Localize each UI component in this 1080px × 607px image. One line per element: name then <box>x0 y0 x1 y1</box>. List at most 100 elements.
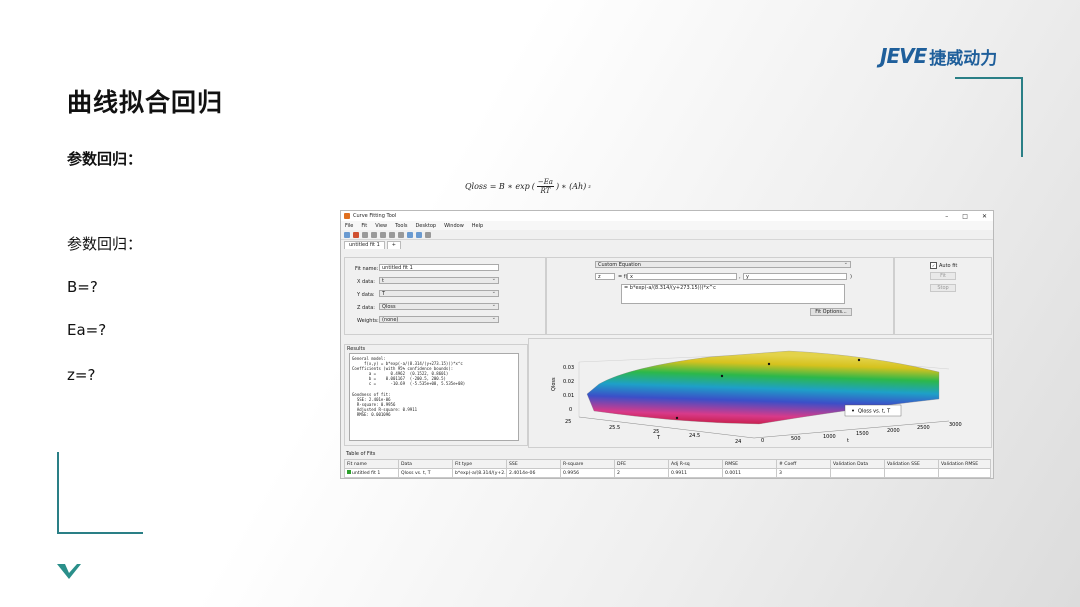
tab-row: untitled fit 1 + <box>341 240 993 249</box>
menu-tools[interactable]: Tools <box>395 223 407 229</box>
weights-select[interactable]: (none) <box>379 315 499 323</box>
table-header[interactable]: Validation RMSE <box>938 459 991 469</box>
table-cell <box>884 468 939 478</box>
surface-plot: Qloss vs. t, T 0.03 0.02 0.01 0 Qloss 25… <box>551 350 962 445</box>
equation-output-var[interactable]: z <box>595 273 615 280</box>
z-tick: 0.01 <box>563 393 574 399</box>
menu-file[interactable]: File <box>345 223 353 229</box>
equation-input[interactable]: = b*exp(-a/(8.314/(y+273.15)))*x^c <box>621 284 845 304</box>
checkbox-checked-icon: ✓ <box>930 262 937 269</box>
minimize-icon[interactable]: – <box>945 213 948 220</box>
pan-icon[interactable] <box>380 231 386 238</box>
table-header[interactable]: SSE <box>506 459 561 469</box>
auto-fit-checkbox[interactable]: ✓ Auto fit <box>930 262 957 269</box>
formula-fraction: −Ea RT <box>536 178 554 195</box>
menu-bar: File Fit View Tools Desktop Window Help <box>341 221 993 230</box>
legend-icon[interactable] <box>407 231 413 238</box>
auto-fit-label: Auto fit <box>939 262 958 269</box>
data-selection-panel: Fit name: untitled fit 1 X data: t Y dat… <box>344 257 546 335</box>
param-ea: Ea=? <box>67 321 107 339</box>
axes-icon[interactable] <box>425 231 431 238</box>
tab-untitled-fit-1[interactable]: untitled fit 1 <box>344 241 385 249</box>
add-tab-button[interactable]: + <box>386 241 401 249</box>
menu-view[interactable]: View <box>375 223 387 229</box>
stop-button[interactable]: Stop <box>930 284 956 292</box>
equation-x-var[interactable]: x <box>627 273 737 280</box>
table-header[interactable]: Fit type <box>452 459 507 469</box>
matlab-icon <box>344 213 350 219</box>
table-header[interactable]: Data <box>398 459 453 469</box>
maximize-icon[interactable]: □ <box>962 213 968 220</box>
frame-line-top <box>955 77 1023 79</box>
fit-type-select[interactable]: Custom Equation <box>595 260 851 268</box>
table-cell: b*exp(-a/(8.314/(y+2... <box>452 468 507 478</box>
t-axis-tick: 24 <box>735 439 741 445</box>
y-data-select[interactable]: T <box>379 289 499 297</box>
z-tick: 0 <box>569 407 572 413</box>
menu-desktop[interactable]: Desktop <box>415 223 436 229</box>
t-axis-tick: 25.5 <box>609 425 620 431</box>
x-data-label: X data: <box>357 279 375 285</box>
equation-comma: , <box>739 274 741 280</box>
formula-paren-open: ( <box>531 182 535 191</box>
param-b: B=? <box>67 278 98 296</box>
plot-icon[interactable] <box>353 231 359 238</box>
zoom-out-icon[interactable] <box>371 231 377 238</box>
window-titlebar: Curve Fitting Tool – □ ✕ <box>341 211 993 221</box>
fit-button[interactable]: Fit <box>930 272 956 280</box>
table-header[interactable]: R-square <box>560 459 615 469</box>
weights-label: Weights: <box>357 318 379 324</box>
t-axis-tick: 24.5 <box>689 433 700 439</box>
z-data-select[interactable]: Qloss <box>379 302 499 310</box>
time-axis-label: t <box>847 438 849 444</box>
table-header[interactable]: Validation SSE <box>884 459 939 469</box>
new-fit-icon[interactable] <box>344 231 350 238</box>
data-cursor-icon[interactable] <box>398 231 404 238</box>
table-header[interactable]: # Coeff <box>776 459 831 469</box>
legend-marker <box>852 409 854 412</box>
fit-controls-panel: ✓ Auto fit Fit Stop <box>894 257 992 335</box>
fit-name-label: Fit name: <box>355 266 379 272</box>
formula-denominator: RT <box>540 187 551 195</box>
menu-fit[interactable]: Fit <box>361 223 367 229</box>
logo-latin: JEVE <box>880 44 927 68</box>
curve-fitting-window: Curve Fitting Tool – □ ✕ File Fit View T… <box>340 210 994 479</box>
legend-label: Qloss vs. t, T <box>858 409 891 415</box>
table-header[interactable]: RMSE <box>722 459 777 469</box>
frame-line-left <box>57 452 59 534</box>
equation-y-var[interactable]: y <box>743 273 847 280</box>
zoom-in-icon[interactable] <box>362 231 368 238</box>
x-data-select[interactable]: t <box>379 276 499 284</box>
close-icon[interactable]: ✕ <box>982 213 987 220</box>
plot-panel: Qloss vs. t, T 0.03 0.02 0.01 0 Qloss 25… <box>528 338 992 448</box>
z-tick: 0.02 <box>563 379 574 385</box>
table-of-fits: Fit name Data Fit type SSE R-square DFE … <box>344 459 991 478</box>
toolbar <box>341 230 993 240</box>
grid-icon[interactable] <box>416 231 422 238</box>
logo-chinese: 捷威动力 <box>929 48 998 69</box>
table-of-fits-label: Table of Fits <box>346 451 376 457</box>
table-header[interactable]: Adj R-sq <box>668 459 723 469</box>
formula: Qloss = B ∗ exp ( −Ea RT ) ∗ (Ah) z <box>465 178 591 195</box>
frame-line-right <box>1021 77 1023 157</box>
formula-lhs: Qloss = B ∗ exp <box>465 182 530 191</box>
formula-paren-close: ) <box>555 182 560 191</box>
table-header[interactable]: DFE <box>614 459 669 469</box>
time-axis-tick: 2000 <box>887 428 900 434</box>
table-of-fits-panel: Table of Fits Fit name Data Fit type SSE… <box>344 450 991 478</box>
table-cell: 2.4014e-06 <box>506 468 561 478</box>
table-header[interactable]: Validation Data <box>830 459 885 469</box>
time-axis-tick: 3000 <box>949 422 962 428</box>
rotate-icon[interactable] <box>389 231 395 238</box>
menu-window[interactable]: Window <box>444 223 464 229</box>
fit-name-input[interactable]: untitled fit 1 <box>379 264 499 271</box>
table-row[interactable]: untitled fit 1 Qloss vs. t, T b*exp(-a/(… <box>344 468 991 478</box>
fit-options-button[interactable]: Fit Options... <box>810 308 852 316</box>
results-panel: Results General model: f(x,y) = b*exp(-a… <box>344 344 528 446</box>
table-header[interactable]: Fit name <box>344 459 399 469</box>
table-header-row: Fit name Data Fit type SSE R-square DFE … <box>344 459 991 469</box>
formula-numerator: −Ea <box>536 178 554 187</box>
data-point <box>857 358 861 362</box>
menu-help[interactable]: Help <box>472 223 483 229</box>
table-cell-fit-name-text: untitled fit 1 <box>352 471 381 476</box>
